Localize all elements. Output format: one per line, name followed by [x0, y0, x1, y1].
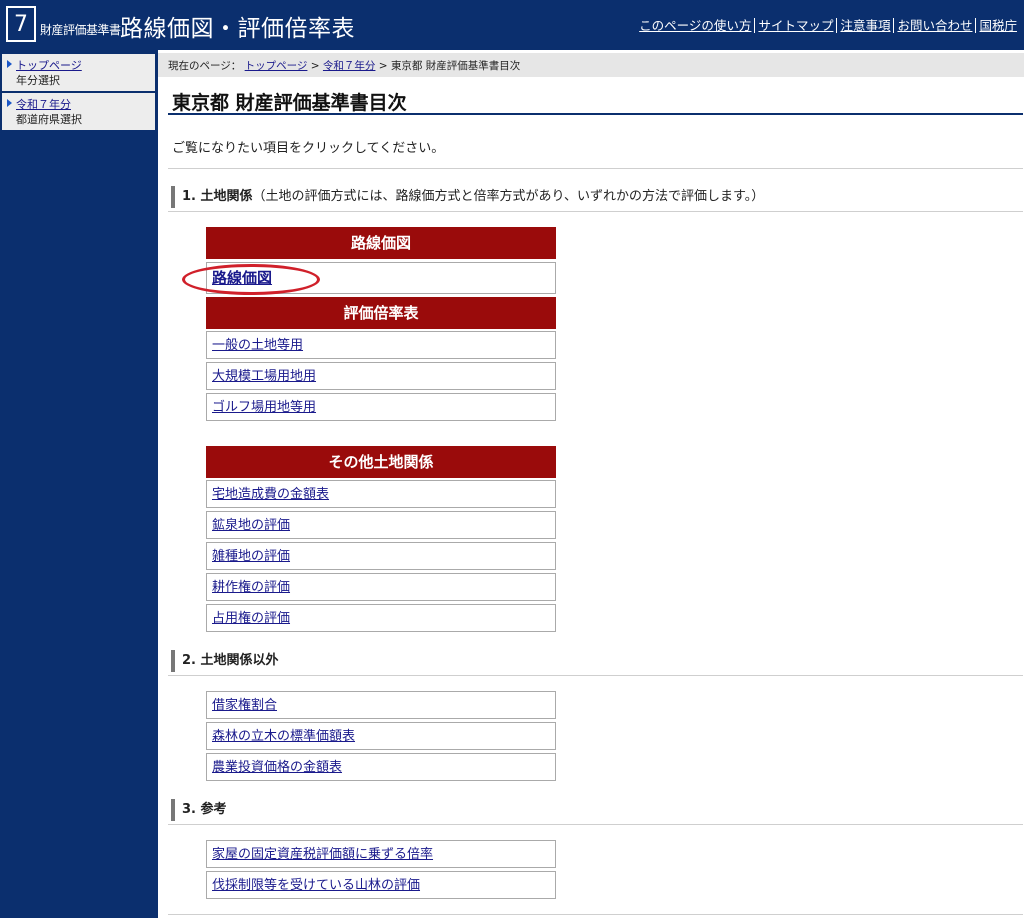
sidebar-sub-label: 都道府県選択 [16, 113, 82, 126]
bairitsu-general-link[interactable]: 一般の土地等用 [212, 338, 303, 353]
sidebar-link-year[interactable]: 令和７年分 [16, 98, 71, 111]
list-item: 雑種地の評価 [206, 542, 556, 570]
list-item: 占用権の評価 [206, 604, 556, 632]
sidebar: トップページ 年分選択 令和７年分 都道府県選択 [0, 50, 158, 918]
category-bairitsu: 評価倍率表 [206, 297, 556, 329]
triangle-bullet-icon [7, 60, 12, 68]
site-header: 7 財産評価基準書 路線価図・評価倍率表 このページの使い方 サイトマップ 注意… [0, 0, 1024, 50]
sidebar-link-top[interactable]: トップページ [16, 59, 82, 72]
section-heading-non-land: 2. 土地関係以外 [171, 650, 279, 672]
list-item: 森林の立木の標準価額表 [206, 722, 556, 750]
breadcrumb: 現在のページ： トップページ > 令和７年分 > 東京都 財産評価基準書目次 [158, 53, 1024, 77]
breadcrumb-link-year[interactable]: 令和７年分 [323, 60, 376, 72]
forest-trees-link[interactable]: 森林の立木の標準価額表 [212, 729, 355, 744]
breadcrumb-current: 東京都 財産評価基準書目次 [390, 60, 521, 72]
list-item: 宅地造成費の金額表 [206, 480, 556, 508]
highlight-oval [182, 264, 320, 295]
section-heading-label: 2. 土地関係以外 [182, 653, 279, 668]
list-item: 一般の土地等用 [206, 331, 556, 359]
forest-logging-link[interactable]: 伐採制限等を受けている山林の評価 [212, 878, 420, 893]
nav-how-to-use[interactable]: このページの使い方 [636, 18, 754, 33]
sidebar-item-year[interactable]: 令和７年分 都道府県選択 [2, 93, 155, 130]
land-development-cost-link[interactable]: 宅地造成費の金額表 [212, 487, 329, 502]
section-heading-label: 1. 土地関係 [182, 189, 253, 204]
bairitsu-factory-link[interactable]: 大規模工場用地用 [212, 369, 316, 384]
occupancy-right-link[interactable]: 占用権の評価 [212, 611, 290, 626]
sidebar-sub-label: 年分選択 [16, 74, 60, 87]
nav-sitemap[interactable]: サイトマップ [754, 18, 836, 33]
category-rosenka: 路線価図 [206, 227, 556, 259]
list-item: 大規模工場用地用 [206, 362, 556, 390]
lease-ratio-link[interactable]: 借家権割合 [212, 698, 277, 713]
agri-investment-link[interactable]: 農業投資価格の金額表 [212, 760, 342, 775]
sidebar-item-top[interactable]: トップページ 年分選択 [2, 54, 155, 91]
house-tax-multiplier-link[interactable]: 家屋の固定資産税評価額に乗ずる倍率 [212, 847, 433, 862]
logo-number-icon[interactable]: 7 [6, 6, 36, 42]
breadcrumb-link-top[interactable]: トップページ [245, 60, 308, 72]
breadcrumb-separator: > [378, 60, 388, 72]
divider [168, 824, 1023, 825]
intro-text: ご覧になりたい項目をクリックしてください。 [172, 141, 445, 156]
nav-contact[interactable]: お問い合わせ [893, 18, 975, 33]
list-item: 伐採制限等を受けている山林の評価 [206, 871, 556, 899]
mineral-spring-link[interactable]: 鉱泉地の評価 [212, 518, 290, 533]
category-other-land: その他土地関係 [206, 446, 556, 478]
divider [168, 211, 1023, 212]
title-divider [168, 113, 1023, 115]
list-item: ゴルフ場用地等用 [206, 393, 556, 421]
header-nav: このページの使い方 サイトマップ 注意事項 お問い合わせ 国税庁 [636, 18, 1020, 33]
divider [168, 914, 1023, 915]
list-item: 農業投資価格の金額表 [206, 753, 556, 781]
section-heading-reference: 3. 参考 [171, 799, 227, 821]
logo-subtitle[interactable]: 財産評価基準書 [40, 21, 121, 38]
site-title[interactable]: 路線価図・評価倍率表 [120, 9, 355, 43]
nav-notes[interactable]: 注意事項 [836, 18, 893, 33]
breadcrumb-separator: > [310, 60, 320, 72]
misc-land-link[interactable]: 雑種地の評価 [212, 549, 290, 564]
list-item: 家屋の固定資産税評価額に乗ずる倍率 [206, 840, 556, 868]
divider [168, 675, 1023, 676]
section-heading-label: 3. 参考 [182, 802, 227, 817]
bairitsu-golf-link[interactable]: ゴルフ場用地等用 [212, 400, 316, 415]
page-title: 東京都 財産評価基準書目次 [172, 92, 407, 114]
section-heading-land: 1. 土地関係（土地の評価方式には、路線価方式と倍率方式があり、いずれかの方法で… [171, 186, 764, 208]
cultivation-right-link[interactable]: 耕作権の評価 [212, 580, 290, 595]
list-item: 借家権割合 [206, 691, 556, 719]
divider [168, 168, 1023, 169]
list-item: 鉱泉地の評価 [206, 511, 556, 539]
breadcrumb-prefix: 現在のページ： [168, 60, 242, 72]
nav-nta[interactable]: 国税庁 [975, 18, 1020, 33]
list-item: 耕作権の評価 [206, 573, 556, 601]
triangle-bullet-icon [7, 99, 12, 107]
section-heading-note: （土地の評価方式には、路線価方式と倍率方式があり、いずれかの方法で評価します。） [252, 189, 765, 204]
